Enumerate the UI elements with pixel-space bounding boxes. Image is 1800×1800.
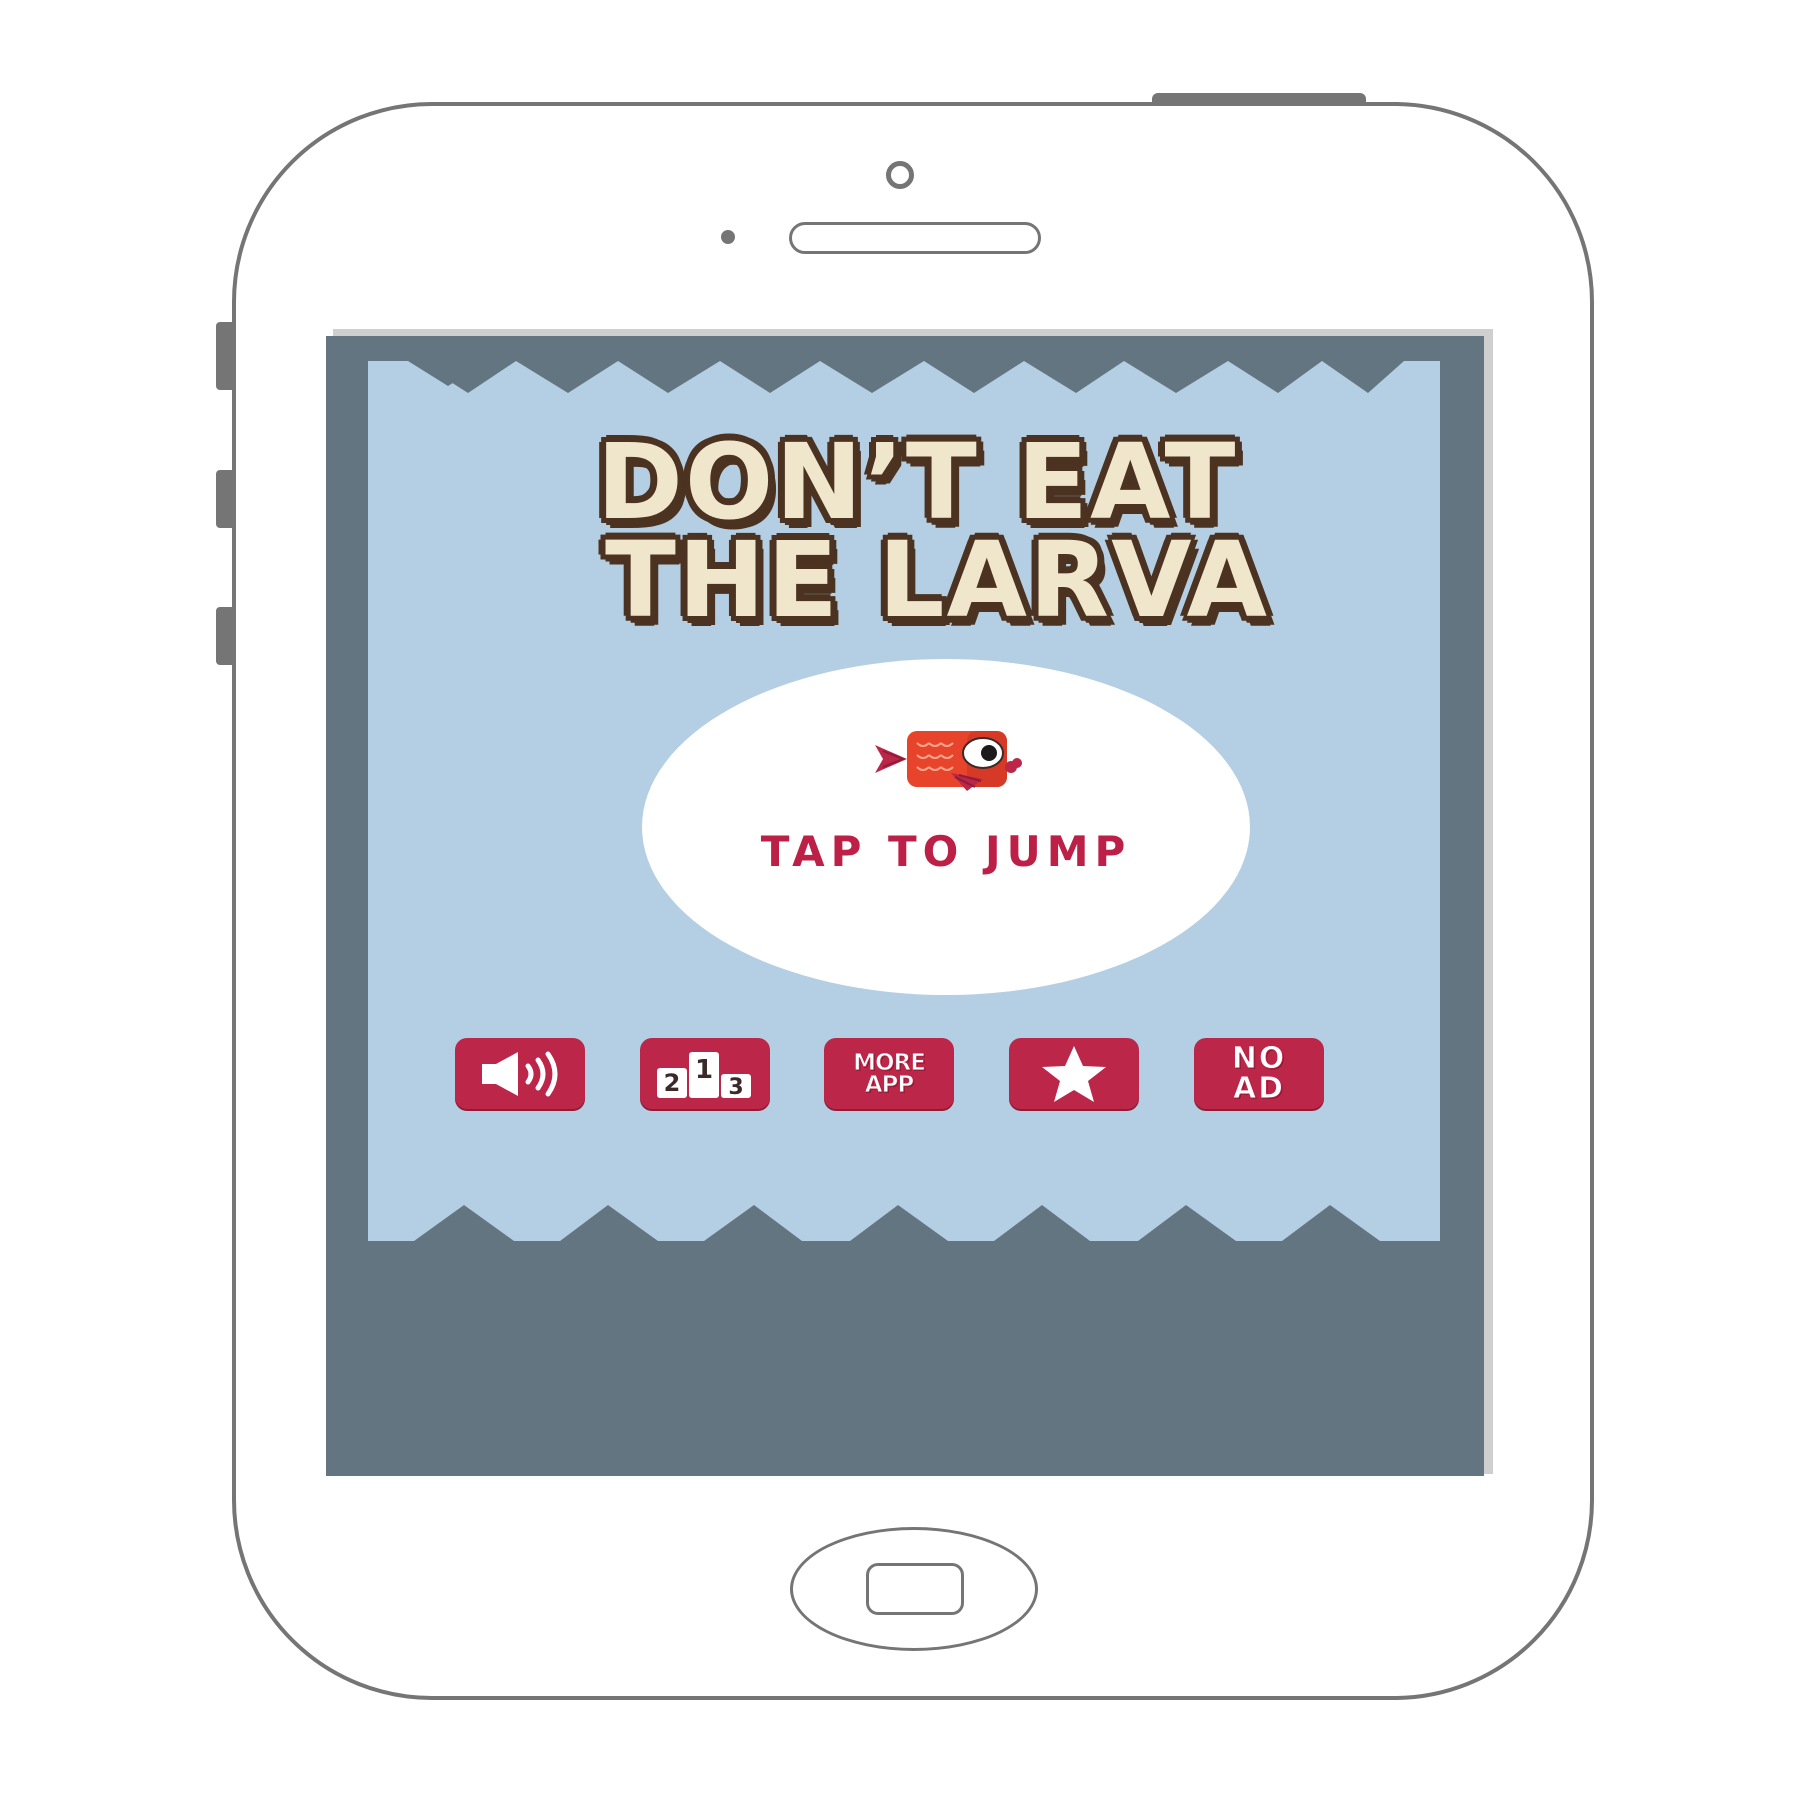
no-ad-label-line-2: AD xyxy=(1232,1070,1286,1106)
tap-to-jump-label: TAP TO JUMP xyxy=(760,827,1132,876)
power-button xyxy=(1152,93,1366,105)
rank-3-label: 3 xyxy=(728,1075,743,1100)
rank-1-label: 1 xyxy=(695,1055,713,1085)
more-apps-label-line-2: APP xyxy=(864,1071,915,1098)
no-ad-label-line-1: NO xyxy=(1231,1040,1287,1076)
no-ad-label: NO AD xyxy=(1231,1040,1287,1106)
top-zigzag-border xyxy=(368,361,1440,393)
front-camera xyxy=(886,161,914,189)
bottom-zigzag-border xyxy=(368,1205,1440,1241)
leaderboard-button[interactable]: 2 1 3 xyxy=(640,1038,770,1109)
more-apps-button[interactable]: MORE APP xyxy=(824,1038,954,1109)
more-apps-label: MORE APP xyxy=(853,1049,927,1098)
start-circle[interactable]: TAP TO JUMP xyxy=(642,659,1250,995)
rate-button[interactable] xyxy=(1009,1038,1139,1109)
rank-2-label: 2 xyxy=(664,1069,681,1097)
game-screen[interactable]: DON’T EAT THE LARVA TAP TO JUMP 2 1 3 MO… xyxy=(326,336,1484,1476)
speaker-icon xyxy=(482,1051,558,1096)
proximity-sensor xyxy=(721,230,735,244)
remove-ads-button[interactable]: NO AD xyxy=(1194,1038,1324,1109)
game-title-line-2: THE LARVA xyxy=(605,519,1269,641)
earpiece-speaker xyxy=(789,222,1041,254)
star-icon xyxy=(1042,1045,1106,1102)
volume-down-button xyxy=(216,607,232,665)
mute-switch xyxy=(216,322,232,390)
more-apps-label-line-1: MORE xyxy=(853,1049,927,1076)
volume-up-button xyxy=(216,470,232,528)
sound-toggle-button[interactable] xyxy=(455,1038,585,1109)
play-area[interactable]: DON’T EAT THE LARVA TAP TO JUMP 2 1 3 MO… xyxy=(368,361,1440,1241)
fish-character-icon xyxy=(875,731,1022,791)
home-button-square-icon xyxy=(866,1563,964,1615)
podium-icon: 2 1 3 xyxy=(657,1051,751,1100)
